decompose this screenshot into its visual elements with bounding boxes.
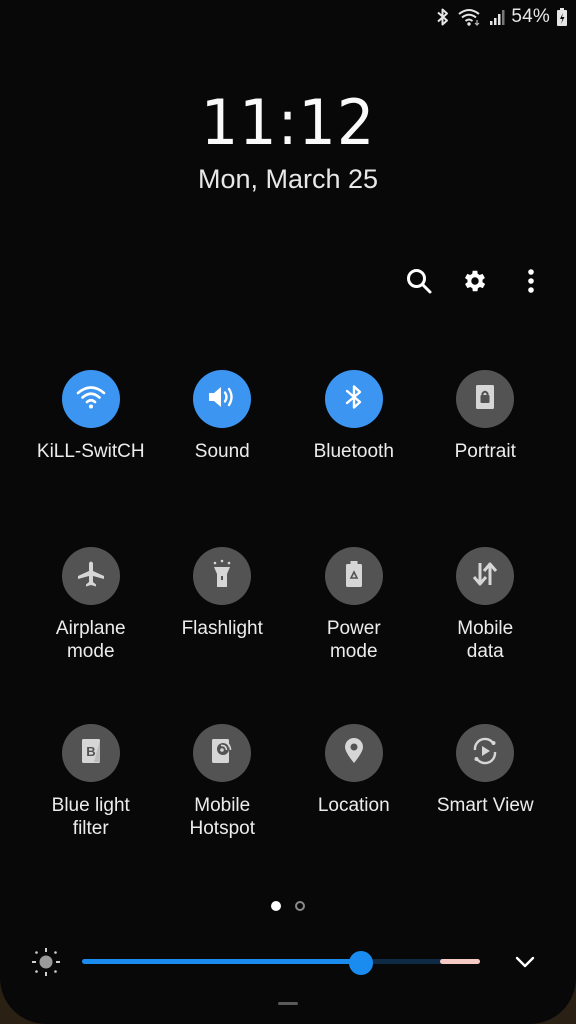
tile-label: Flashlight <box>181 618 263 639</box>
bluetooth-icon <box>435 7 451 27</box>
tile-label: Sound <box>194 441 250 462</box>
tile-power-mode[interactable]: Power mode <box>288 547 420 724</box>
tile-label: Bluetooth <box>313 441 394 462</box>
slider-thumb[interactable] <box>348 951 373 975</box>
tile-label: Mobile Hotspot <box>189 795 255 839</box>
tile-wifi-button[interactable] <box>61 370 120 428</box>
more-options-button[interactable] <box>514 264 548 302</box>
brightness-icon[interactable] <box>30 946 62 983</box>
tile-airplane-mode-button[interactable] <box>61 547 120 605</box>
quick-tiles-grid: KiLL-SwitCH Sound Bluetooth Portrait Air… <box>25 370 551 901</box>
tile-label: Power mode <box>326 618 381 662</box>
svg-text:B: B <box>86 744 95 759</box>
tile-label: Blue light filter <box>51 795 130 839</box>
mobile-data-icon <box>470 560 500 593</box>
tile-smart-view-button[interactable] <box>456 724 515 782</box>
battery-charging-icon <box>556 7 568 27</box>
blue-light-filter-icon: B <box>80 738 102 769</box>
tile-label: Portrait <box>454 441 516 462</box>
tile-sound[interactable]: Sound <box>157 370 289 547</box>
expand-chevron-icon[interactable] <box>512 950 538 974</box>
slider-outdoor-segment <box>440 959 480 964</box>
brightness-slider[interactable] <box>82 951 480 975</box>
flashlight-icon <box>209 559 235 594</box>
brightness-control <box>0 944 576 980</box>
tile-label: Smart View <box>436 795 534 816</box>
volume-icon <box>206 384 238 415</box>
tile-blue-light-filter-button[interactable]: B <box>61 724 120 782</box>
tile-location-button[interactable] <box>324 724 383 782</box>
tile-label: KiLL-SwitCH <box>36 441 145 462</box>
tile-airplane-mode[interactable]: Airplane mode <box>25 547 157 724</box>
panel-actions <box>402 264 548 302</box>
portrait-lock-icon <box>474 384 496 415</box>
tile-mobile-hotspot-button[interactable] <box>193 724 252 782</box>
tile-portrait-button[interactable] <box>456 370 515 428</box>
tile-smart-view[interactable]: Smart View <box>420 724 552 901</box>
location-icon <box>343 737 365 770</box>
tile-location[interactable]: Location <box>288 724 420 901</box>
page-dot-1[interactable] <box>271 901 281 911</box>
page-indicator <box>0 901 576 911</box>
airplane-icon <box>76 560 106 593</box>
slider-fill <box>82 959 361 964</box>
tile-mobile-data-button[interactable] <box>456 547 515 605</box>
battery-percent: 54% <box>511 6 550 27</box>
settings-button[interactable] <box>458 264 492 302</box>
tile-blue-light-filter[interactable]: B Blue light filter <box>25 724 157 901</box>
signal-icon <box>489 8 505 26</box>
clock-date[interactable]: Mon, March 25 <box>0 164 576 195</box>
page-dot-2[interactable] <box>295 901 305 911</box>
more-vertical-icon <box>526 267 536 300</box>
bluetooth-icon <box>343 383 365 416</box>
hotspot-icon <box>210 738 234 769</box>
tile-label: Airplane mode <box>55 618 126 662</box>
gear-icon <box>461 267 489 300</box>
wifi-icon <box>76 384 106 415</box>
tile-flashlight[interactable]: Flashlight <box>157 547 289 724</box>
tile-bluetooth-button[interactable] <box>324 370 383 428</box>
tile-portrait[interactable]: Portrait <box>420 370 552 547</box>
tile-flashlight-button[interactable] <box>193 547 252 605</box>
panel-drag-handle[interactable] <box>278 1002 298 1005</box>
tile-mobile-hotspot[interactable]: Mobile Hotspot <box>157 724 289 901</box>
power-mode-icon <box>343 560 365 593</box>
status-bar: 54% <box>435 4 568 30</box>
quick-settings-panel: 54% 11:12 Mon, March 25 KiLL-SwitCH Soun… <box>0 0 576 1024</box>
search-button[interactable] <box>402 264 436 302</box>
tile-sound-button[interactable] <box>193 370 252 428</box>
tile-wifi[interactable]: KiLL-SwitCH <box>25 370 157 547</box>
tile-bluetooth[interactable]: Bluetooth <box>288 370 420 547</box>
tile-label: Mobile data <box>457 618 514 662</box>
tile-label: Location <box>317 795 390 816</box>
smart-view-icon <box>469 736 501 771</box>
tile-mobile-data[interactable]: Mobile data <box>420 547 552 724</box>
tile-power-mode-button[interactable] <box>324 547 383 605</box>
search-icon <box>405 267 433 300</box>
wifi-icon <box>457 7 483 27</box>
clock-time[interactable]: 11:12 <box>14 86 561 159</box>
